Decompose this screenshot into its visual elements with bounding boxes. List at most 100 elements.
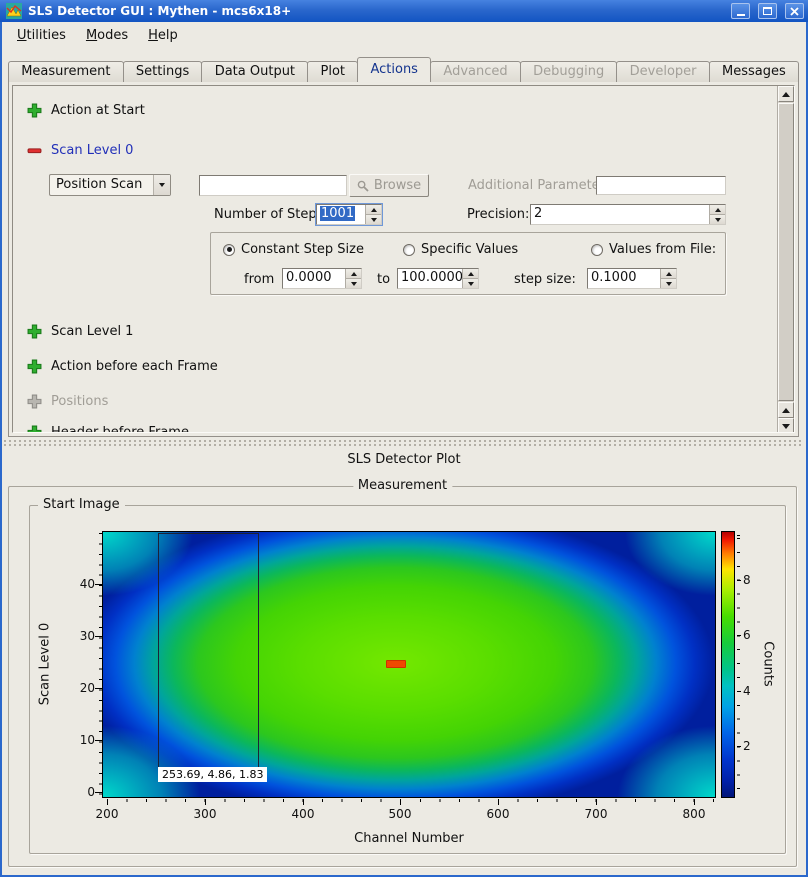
tab-plot[interactable]: Plot bbox=[307, 61, 358, 82]
spin-up-button[interactable] bbox=[366, 205, 381, 215]
x-axis-tick bbox=[107, 799, 108, 805]
precision-spinbox[interactable]: 2 bbox=[530, 204, 726, 225]
close-icon bbox=[790, 7, 799, 16]
plot-dock-title: SLS Detector Plot bbox=[0, 452, 808, 467]
radio-specific-label: Specific Values bbox=[421, 242, 518, 257]
combo-dropdown-button[interactable] bbox=[153, 175, 170, 195]
radio-constant-label: Constant Step Size bbox=[241, 242, 364, 257]
spin-down-button[interactable] bbox=[710, 215, 725, 224]
y-tick-label: 10 bbox=[61, 733, 95, 747]
start-image-groupbox: Start Image Scan Level 0 40 30 20 10 0 bbox=[29, 505, 786, 854]
colorbar-tick bbox=[737, 691, 741, 692]
spin-down-button[interactable] bbox=[346, 279, 361, 288]
y-axis-tick bbox=[95, 688, 102, 689]
number-of-steps-label: Number of Steps: bbox=[214, 207, 328, 222]
menu-modes[interactable]: Modes bbox=[77, 25, 137, 46]
spin-up-button[interactable] bbox=[661, 269, 676, 279]
radio-specific-values[interactable]: Specific Values bbox=[403, 242, 518, 257]
to-spinbox[interactable]: 100.0000 bbox=[397, 268, 479, 289]
expander-positions: Positions bbox=[27, 393, 108, 410]
scrollbar-handle[interactable] bbox=[778, 103, 794, 401]
y-tick-label: 20 bbox=[61, 681, 95, 695]
tab-settings[interactable]: Settings bbox=[123, 61, 203, 82]
radio-file-label: Values from File: bbox=[609, 242, 716, 257]
tab-actions[interactable]: Actions bbox=[357, 57, 431, 82]
spin-up-button[interactable] bbox=[463, 269, 478, 279]
scan-level-0-label: Scan Level 0 bbox=[51, 143, 133, 158]
spin-down-button[interactable] bbox=[463, 279, 478, 288]
titlebar[interactable]: SLS Detector GUI : Mythen - mcs6x18+ bbox=[0, 0, 808, 22]
colorbar-tick bbox=[737, 635, 741, 636]
expand-plus-icon[interactable] bbox=[27, 425, 42, 433]
radio-icon bbox=[403, 244, 415, 256]
spin-down-button[interactable] bbox=[661, 279, 676, 288]
menu-help[interactable]: Help bbox=[139, 25, 187, 46]
spin-down-icon bbox=[468, 282, 474, 286]
menu-utilities[interactable]: Utilities bbox=[8, 25, 75, 46]
expander-scan-level-1: Scan Level 1 bbox=[27, 323, 133, 340]
from-spinbox[interactable]: 0.0000 bbox=[282, 268, 362, 289]
expand-plus-icon[interactable] bbox=[27, 324, 42, 339]
x-tick-label: 800 bbox=[674, 807, 714, 821]
heatmap-peak-marker bbox=[386, 660, 406, 668]
from-value: 0.0000 bbox=[283, 269, 345, 288]
chevron-down-icon bbox=[159, 183, 165, 187]
menubar: Utilities Modes Help bbox=[0, 22, 808, 49]
splitter-handle[interactable] bbox=[4, 438, 804, 449]
spin-down-button[interactable] bbox=[366, 215, 381, 224]
expand-plus-icon[interactable] bbox=[27, 103, 42, 118]
spin-down-icon bbox=[715, 218, 721, 222]
number-of-steps-spinbox[interactable]: 1001 bbox=[316, 204, 382, 225]
to-label: to bbox=[377, 272, 390, 287]
spin-up-button[interactable] bbox=[346, 269, 361, 279]
vertical-scrollbar[interactable] bbox=[777, 86, 794, 432]
maximize-button[interactable] bbox=[758, 3, 777, 19]
x-axis-tick bbox=[303, 799, 304, 805]
minimize-button[interactable] bbox=[731, 3, 750, 19]
radio-icon bbox=[591, 244, 603, 256]
spin-up-icon bbox=[715, 208, 721, 212]
additional-parameter-label: Additional Parameter: bbox=[468, 178, 609, 193]
step-size-value: 0.1000 bbox=[588, 269, 660, 288]
plot-widget: Scan Level 0 40 30 20 10 0 253.69, bbox=[31, 507, 784, 852]
app-icon bbox=[6, 3, 22, 19]
scroll-up-button-bottom[interactable] bbox=[778, 402, 794, 418]
step-size-spinbox[interactable]: 0.1000 bbox=[587, 268, 677, 289]
minimize-icon bbox=[737, 14, 745, 16]
radio-values-from-file[interactable]: Values from File: bbox=[591, 242, 716, 257]
expander-header-before-frame: Header before Frame bbox=[27, 424, 189, 433]
tab-measurement[interactable]: Measurement bbox=[8, 61, 124, 82]
x-tick-label: 400 bbox=[283, 807, 323, 821]
collapse-minus-icon[interactable] bbox=[27, 143, 42, 158]
spin-up-button[interactable] bbox=[710, 205, 725, 215]
arrow-up-icon bbox=[782, 408, 790, 413]
colorbar-tick bbox=[737, 746, 741, 747]
window-title: SLS Detector GUI : Mythen - mcs6x18+ bbox=[28, 4, 723, 18]
zoom-selection-rect bbox=[158, 533, 259, 772]
tab-data-output[interactable]: Data Output bbox=[201, 61, 308, 82]
radio-constant-step-size[interactable]: Constant Step Size bbox=[223, 242, 364, 257]
scan-command-input[interactable] bbox=[199, 175, 347, 196]
scroll-up-button[interactable] bbox=[778, 86, 794, 102]
y-axis-tick bbox=[95, 792, 102, 793]
arrow-down-icon bbox=[782, 424, 790, 429]
y-tick-label: 40 bbox=[61, 577, 95, 591]
close-button[interactable] bbox=[785, 3, 804, 19]
scan-mode-select[interactable]: Position Scan bbox=[49, 174, 171, 196]
tab-debugging: Debugging bbox=[520, 61, 618, 82]
additional-parameter-input[interactable] bbox=[596, 176, 726, 195]
arrow-up-icon bbox=[782, 92, 790, 97]
cursor-position-readout: 253.69, 4.86, 1.83 bbox=[158, 767, 267, 782]
tab-messages[interactable]: Messages bbox=[709, 61, 799, 82]
spin-up-icon bbox=[371, 208, 377, 212]
action-at-start-label: Action at Start bbox=[51, 103, 145, 118]
expand-plus-icon[interactable] bbox=[27, 359, 42, 374]
colorbar-title: Counts bbox=[761, 641, 776, 686]
precision-label: Precision: bbox=[467, 207, 529, 222]
x-tick-label: 700 bbox=[576, 807, 616, 821]
heatmap-canvas[interactable]: 253.69, 4.86, 1.83 bbox=[102, 531, 716, 798]
actions-tab-pane: Action at Start Scan Level 0 Position Sc… bbox=[8, 81, 799, 437]
expand-plus-icon-disabled bbox=[27, 394, 42, 409]
x-tick-label: 300 bbox=[185, 807, 225, 821]
scroll-down-button[interactable] bbox=[778, 418, 794, 433]
